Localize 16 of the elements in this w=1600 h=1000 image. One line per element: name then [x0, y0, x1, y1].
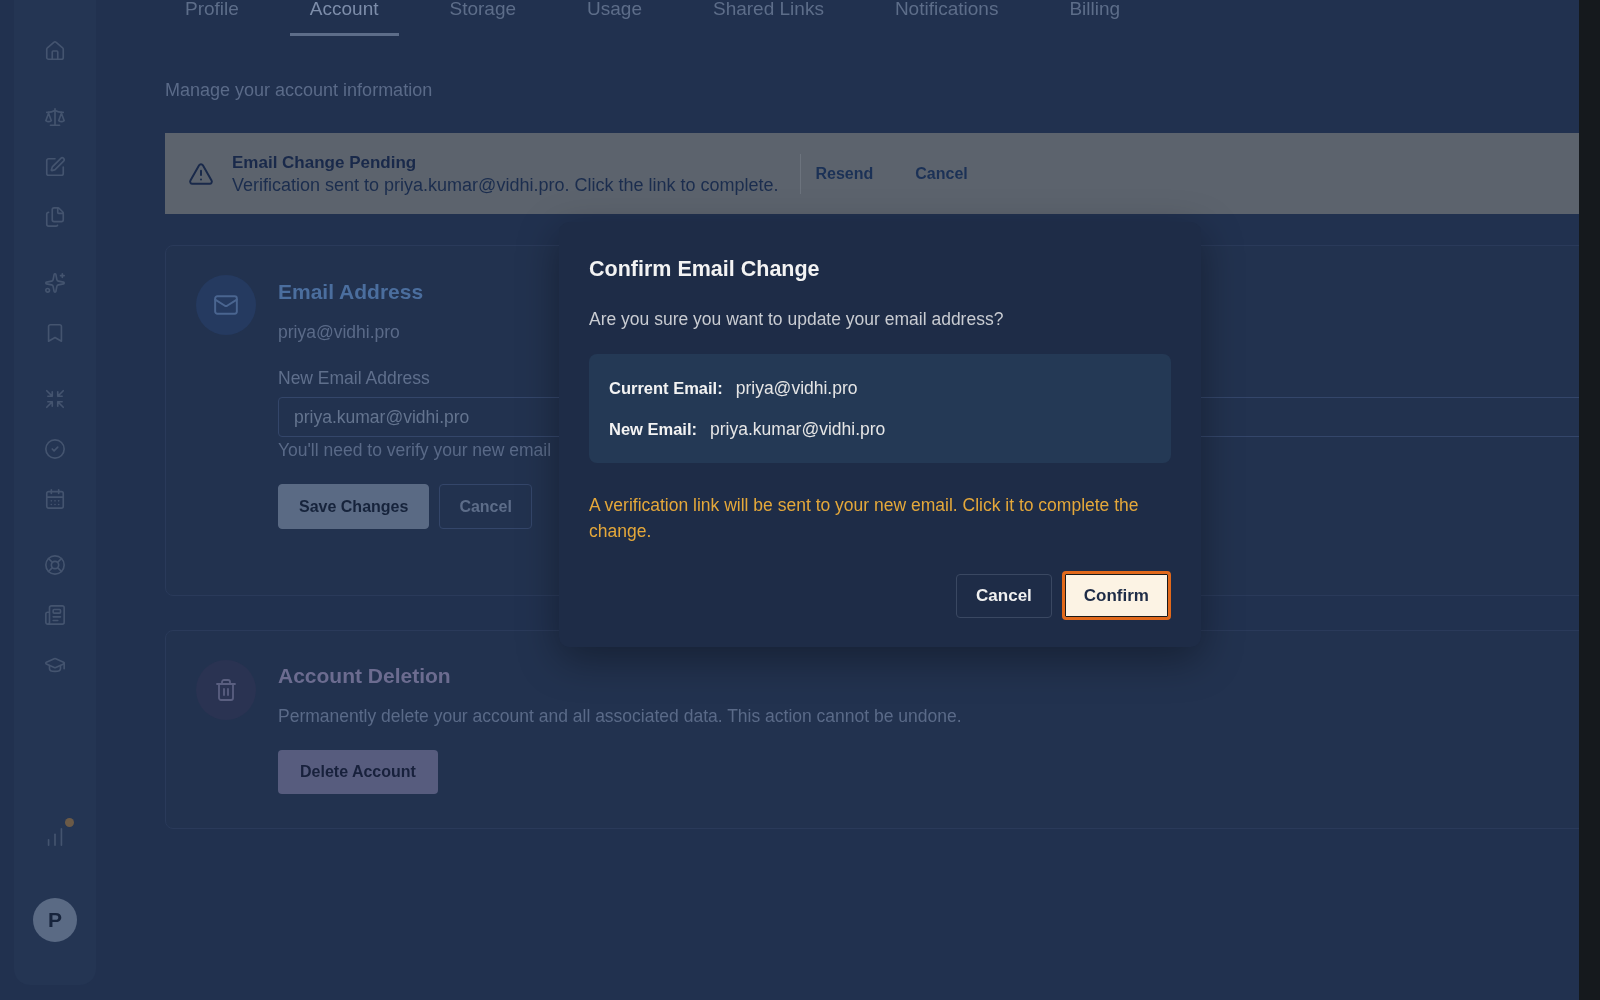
detail-label: New Email:: [609, 419, 698, 440]
detail-value: priya@vidhi.pro: [735, 377, 858, 400]
detail-value: priya.kumar@vidhi.pro: [710, 418, 886, 441]
field-label: New Email Address: [278, 367, 430, 389]
dialog-title: Confirm Email Change: [589, 256, 821, 282]
section-title: Account Deletion: [278, 663, 451, 689]
section-title: Email Address: [278, 279, 424, 305]
dialog-question: Are you sure you want to update your email address?: [589, 308, 1005, 331]
detail-label: Current Email:: [609, 378, 723, 399]
banner-title: Email Change Pending: [232, 151, 418, 174]
current-email: priya@vidhi.pro: [278, 321, 400, 343]
field-hint: You'll need to verify your new email: [278, 439, 552, 461]
page-subtitle: Manage your account information: [165, 80, 434, 100]
banner-message: Verification sent to priya.kumar@vidhi.pro. Click the link to complete.: [232, 173, 779, 196]
section-description: Permanently delete your account and all associated data. This action cannot be undone.: [278, 705, 962, 727]
dialog-warning: A verification link will be sent to your new email. Click it to complete the change.: [589, 494, 1140, 543]
